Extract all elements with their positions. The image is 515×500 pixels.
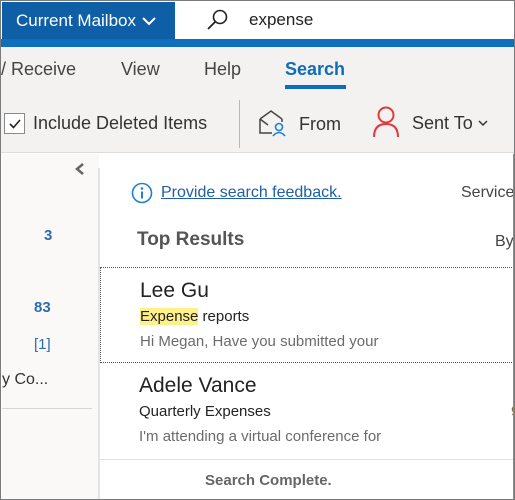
- chevron-down-icon: [478, 114, 488, 132]
- search-icon[interactable]: [206, 8, 230, 32]
- search-scope-dropdown[interactable]: Current Mailbox: [2, 2, 175, 39]
- include-deleted-checkbox[interactable]: [4, 113, 25, 134]
- search-highlight: Expense: [140, 308, 199, 325]
- tab-view[interactable]: View: [121, 59, 160, 80]
- info-icon: [131, 182, 153, 204]
- from-button[interactable]: From: [257, 107, 341, 141]
- envelope-person-icon: [257, 107, 289, 142]
- search-bar: Current Mailbox: [1, 1, 514, 39]
- collapse-pane-icon[interactable]: [74, 162, 86, 176]
- result-subject: Quarterly Expenses: [139, 403, 271, 420]
- search-input[interactable]: [249, 7, 509, 33]
- sent-to-label: Sent To: [412, 112, 473, 133]
- chevron-down-icon: [142, 11, 156, 31]
- result-item[interactable]: Adele Vance Quarterly Expenses I'm atten…: [100, 363, 514, 459]
- result-sender: Lee Gu: [140, 279, 209, 302]
- feedback-link-text: Provide search feedback.: [161, 184, 342, 201]
- search-status: Search Complete.: [205, 472, 332, 489]
- tab-search[interactable]: Search: [285, 59, 345, 80]
- service-label: Service: [461, 184, 515, 201]
- search-results-pane: Provide search feedback. Service Top Res…: [100, 154, 515, 499]
- tab-help[interactable]: Help: [204, 59, 241, 80]
- folder-item-count[interactable]: [1]: [34, 336, 51, 353]
- active-tab-indicator: [285, 85, 346, 89]
- folder-unread-count[interactable]: 83: [34, 299, 51, 316]
- search-scope-label: Current Mailbox: [16, 10, 136, 30]
- result-subject-rest: reports: [198, 308, 250, 325]
- top-results-heading: Top Results: [137, 229, 245, 250]
- sent-to-dropdown[interactable]: Sent To: [371, 105, 488, 141]
- from-label: From: [299, 113, 341, 134]
- folder-pane: 3 83 [1] y Co...: [2, 154, 99, 499]
- person-icon: [371, 104, 401, 143]
- result-item[interactable]: Lee Gu Expense reports Hi Megan, Have yo…: [100, 267, 514, 363]
- result-sender: Adele Vance: [139, 374, 257, 397]
- result-preview: Hi Megan, Have you submitted your: [140, 333, 379, 350]
- ribbon-divider: [239, 100, 240, 148]
- title-bar-strip: [1, 39, 514, 47]
- folder-divider: [2, 408, 92, 409]
- checkmark-icon: [8, 118, 21, 129]
- result-preview: I'm attending a virtual conference for: [139, 428, 382, 445]
- sort-by-dropdown[interactable]: By: [495, 233, 514, 251]
- outlook-window: Current Mailbox / Receive View Help Sear…: [0, 0, 515, 500]
- folder-item-truncated[interactable]: y Co...: [2, 371, 48, 389]
- result-subject: Expense reports: [140, 308, 249, 325]
- folder-unread-count[interactable]: 3: [44, 227, 52, 244]
- ribbon-commands: Include Deleted Items From Sent To: [1, 97, 514, 153]
- results-divider: [100, 459, 514, 460]
- include-deleted-label[interactable]: Include Deleted Items: [33, 113, 207, 134]
- tab-send-receive[interactable]: / Receive: [1, 59, 76, 80]
- provide-feedback-link[interactable]: Provide search feedback.: [131, 182, 342, 204]
- ribbon-tabs: / Receive View Help Search: [1, 47, 514, 97]
